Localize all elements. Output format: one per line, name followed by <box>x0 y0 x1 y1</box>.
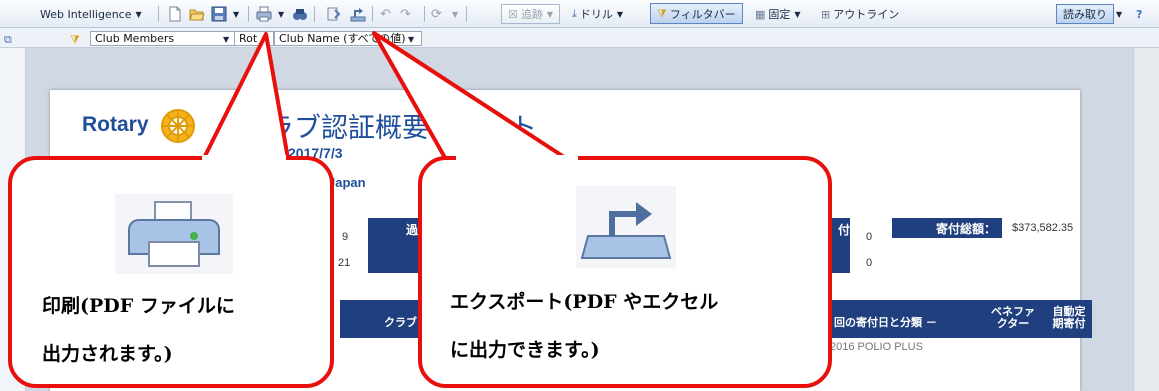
printer-large-icon <box>115 194 233 274</box>
export-callout-line1: エクスポート(PDF やエクセル <box>450 291 719 313</box>
export-large-icon <box>576 186 676 268</box>
export-callout-line2: に出力できます。) <box>450 339 600 361</box>
print-callout-line1: 印刷(PDF ファイルに <box>42 295 235 317</box>
print-callout-line2: 出力されます。) <box>42 343 173 365</box>
